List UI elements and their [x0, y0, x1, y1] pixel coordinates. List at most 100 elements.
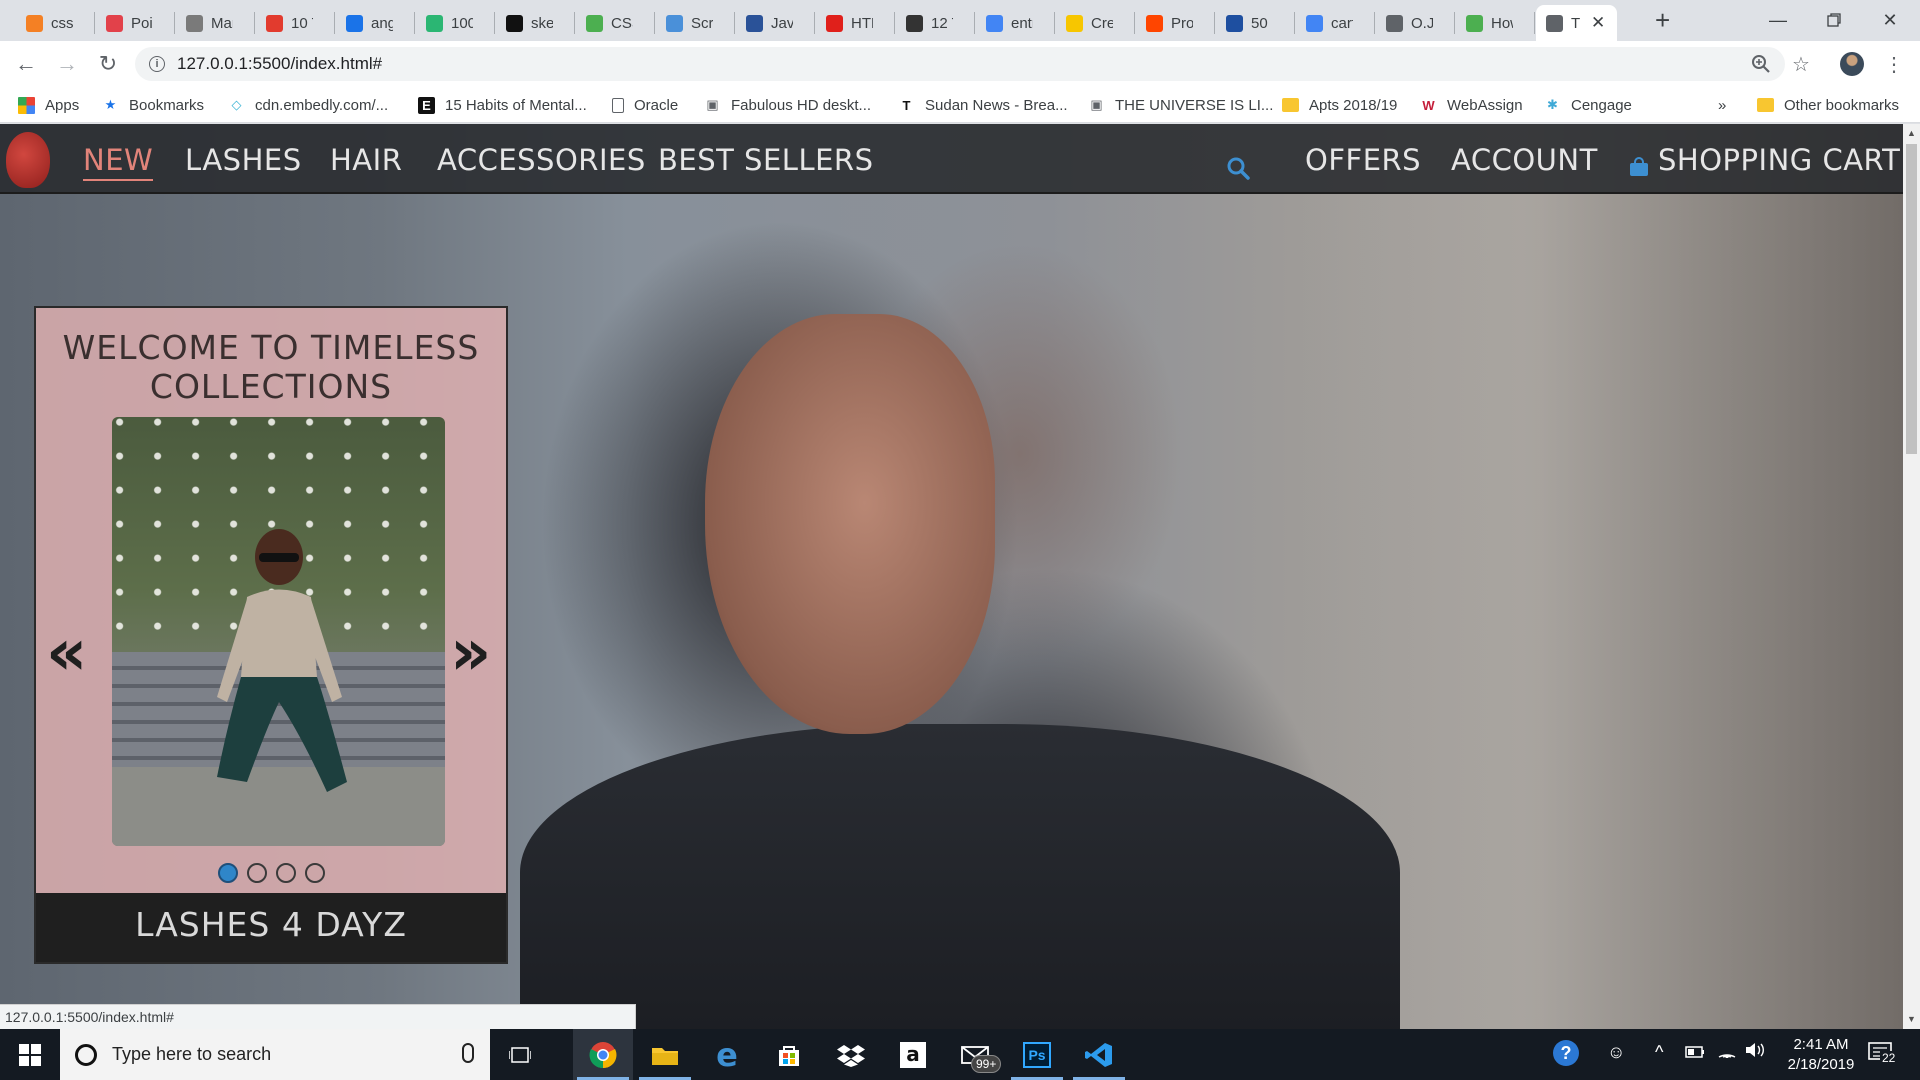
bookmark-item[interactable]: Apts 2018/19 [1282, 95, 1397, 115]
maximize-button[interactable] [1806, 6, 1862, 34]
browser-tab[interactable]: carto [1296, 5, 1368, 41]
nav-offers[interactable]: OFFERS [1305, 143, 1421, 177]
browser-tab[interactable]: Man [176, 5, 248, 41]
tab-separator [254, 12, 255, 34]
action-center-icon[interactable]: 22 [1868, 1041, 1898, 1070]
file-explorer-icon[interactable] [635, 1029, 695, 1080]
browser-tab[interactable]: 12 Ti [896, 5, 968, 41]
site-logo[interactable] [6, 132, 50, 188]
browser-tab[interactable]: Proj [1136, 5, 1208, 41]
bookmark-item[interactable]: ★ Bookmarks [102, 95, 204, 115]
nav-best-sellers[interactable]: BEST SELLERS [658, 143, 874, 177]
bookmark-item[interactable]: W WebAssign [1420, 95, 1522, 115]
search-icon[interactable] [1226, 156, 1250, 180]
people-icon[interactable]: ☺ [1607, 1042, 1625, 1063]
browser-tab[interactable]: 50 B [1216, 5, 1288, 41]
bookmark-item[interactable]: Apps [18, 95, 79, 115]
browser-tab[interactable]: 1000 [416, 5, 488, 41]
mail-icon[interactable]: 99+ [945, 1029, 1005, 1080]
taskbar-clock[interactable]: 2:41 AM 2/18/2019 [1766, 1035, 1876, 1075]
bookmark-star-icon[interactable]: ☆ [1787, 50, 1815, 78]
browser-tab[interactable]: CSS [576, 5, 648, 41]
amazon-icon[interactable]: a [883, 1029, 943, 1080]
link-status-bubble: 127.0.0.1:5500/index.html# [0, 1004, 636, 1029]
help-icon[interactable]: ? [1553, 1040, 1579, 1066]
chrome-icon[interactable] [573, 1029, 633, 1080]
nav-accessories[interactable]: ACCESSORIES [437, 143, 646, 177]
volume-icon[interactable] [1745, 1042, 1765, 1063]
browser-tab[interactable]: 10 Ti [256, 5, 328, 41]
close-tab-icon[interactable]: ✕ [1591, 13, 1605, 33]
bookmark-item[interactable]: T Sudan News - Brea... [898, 95, 1068, 115]
info-icon[interactable]: i [149, 56, 165, 72]
forward-button[interactable]: → [53, 50, 81, 78]
scroll-down-icon[interactable]: ▼ [1907, 1014, 1916, 1024]
wifi-icon[interactable] [1717, 1042, 1737, 1063]
bookmark-item[interactable]: ▣ Fabulous HD deskt... [704, 95, 871, 115]
carousel-dot[interactable] [304, 863, 325, 883]
nav-hair[interactable]: HAIR [330, 143, 402, 177]
red-swoosh-icon [266, 14, 283, 32]
menu-kebab-icon[interactable]: ⋮ [1880, 50, 1908, 78]
carousel-slide-image[interactable] [112, 417, 445, 846]
microphone-icon[interactable] [462, 1043, 474, 1063]
browser-tab[interactable]: entr [976, 5, 1048, 41]
tab-title: 12 Ti [931, 14, 953, 32]
bookmark-item[interactable]: Oracle [612, 95, 678, 115]
bookmark-item[interactable]: ▣ THE UNIVERSE IS LI... [1088, 95, 1273, 115]
other-bookmarks[interactable]: Other bookmarks [1757, 95, 1899, 115]
bookmark-item[interactable]: ◇ cdn.embedly.com/... [228, 95, 389, 115]
battery-icon[interactable] [1685, 1042, 1705, 1063]
address-bar[interactable]: i 127.0.0.1:5500/index.html# [135, 47, 1785, 81]
minimize-button[interactable]: — [1750, 6, 1806, 34]
dropbox-icon[interactable] [821, 1029, 881, 1080]
browser-tab[interactable]: Scre [656, 5, 728, 41]
start-button[interactable] [0, 1029, 60, 1080]
nav-shopping-cart[interactable]: SHOPPING CART [1658, 143, 1900, 177]
shopping-bag-icon[interactable] [1629, 157, 1649, 177]
store-icon[interactable] [759, 1029, 819, 1080]
tab-title: How [1491, 14, 1513, 32]
reload-button[interactable]: ↻ [94, 50, 122, 78]
browser-tab[interactable]: HTM [816, 5, 888, 41]
carousel-next-arrow[interactable]: » [450, 621, 491, 685]
notification-count: 22 [1880, 1051, 1898, 1065]
tab-title: Proj [1171, 14, 1193, 32]
hero-model-face [705, 314, 995, 734]
tab-title: T [1571, 14, 1581, 32]
browser-tab[interactable]: Crea [1056, 5, 1128, 41]
browser-tab[interactable]: Java [736, 5, 808, 41]
close-window-button[interactable]: ✕ [1862, 6, 1918, 34]
zoom-icon[interactable] [1747, 50, 1775, 78]
bookmarks-overflow-button[interactable]: » [1718, 95, 1726, 115]
profile-avatar[interactable] [1838, 50, 1866, 78]
browser-tab[interactable]: skew [496, 5, 568, 41]
carousel-dot[interactable] [246, 863, 267, 883]
photoshop-icon[interactable]: Ps [1007, 1029, 1067, 1080]
new-tab-button[interactable]: + [1655, 6, 1670, 34]
task-view-icon[interactable] [490, 1029, 550, 1080]
edge-icon[interactable]: e [697, 1029, 757, 1080]
browser-tab[interactable]: angl [336, 5, 408, 41]
browser-tab[interactable]: How [1456, 5, 1528, 41]
nav-lashes[interactable]: LASHES [185, 143, 302, 177]
scroll-up-icon[interactable]: ▲ [1907, 128, 1916, 138]
browser-tab[interactable]: Poire [96, 5, 168, 41]
nav-account[interactable]: ACCOUNT [1451, 143, 1598, 177]
browser-tab[interactable]: css3 [16, 5, 88, 41]
taskbar-search[interactable]: Type here to search [60, 1029, 490, 1080]
bookmark-item[interactable]: E 15 Habits of Mental... [418, 95, 587, 115]
browser-tab[interactable]: O.J.N [1376, 5, 1448, 41]
browser-tab[interactable]: T ✕ [1536, 5, 1617, 41]
bookmark-item[interactable]: ✱ Cengage [1544, 95, 1632, 115]
back-button[interactable]: ← [12, 50, 40, 78]
show-hidden-icons-chevron[interactable]: ^ [1655, 1042, 1663, 1063]
carousel-prev-arrow[interactable]: « [46, 621, 87, 685]
nav-new[interactable]: NEW [83, 143, 154, 181]
carousel-dot[interactable] [275, 863, 296, 883]
vscode-icon[interactable] [1069, 1029, 1129, 1080]
page-scrollbar[interactable]: ▲ ▼ [1903, 124, 1920, 1029]
tab-separator [414, 12, 415, 34]
scroll-thumb[interactable] [1906, 144, 1917, 454]
carousel-dot[interactable] [217, 863, 238, 883]
